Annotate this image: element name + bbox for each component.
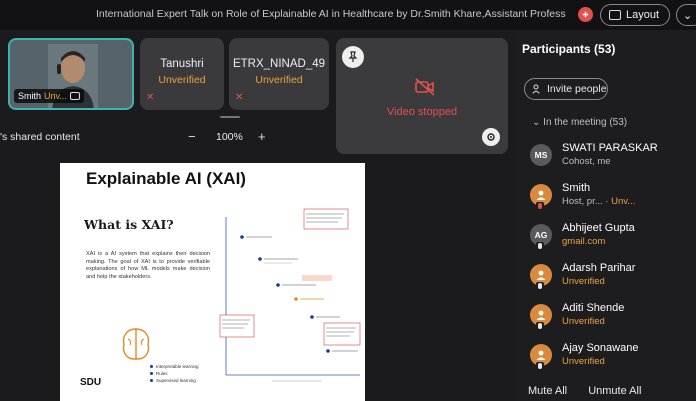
- avatar: [530, 304, 552, 330]
- mic-icon: [536, 322, 544, 330]
- participant-name: Smith: [562, 182, 591, 194]
- shared-content-bar: 's shared content − 100% +: [0, 128, 336, 146]
- avatar: [530, 344, 552, 370]
- self-name-tag: Smith Unv...: [14, 89, 84, 103]
- in-meeting-section[interactable]: ⌄ In the meeting (53): [532, 117, 627, 128]
- shared-slide: Explainable AI (XAI) What is XAI? XAI is…: [60, 163, 365, 401]
- legend-item: Interpretable learning: [150, 363, 199, 370]
- participant-row[interactable]: Ajay Sonawane Unverified: [528, 338, 696, 378]
- unmute-all-button[interactable]: Unmute All: [588, 385, 641, 397]
- participant-row[interactable]: AG Abhijeet Gupta gmail.com: [528, 218, 696, 258]
- participant-row[interactable]: MS SWATI PARASKAR Cohost, me: [528, 138, 696, 178]
- participant-name: Aditi Shende: [562, 302, 625, 314]
- video-tile-self[interactable]: Smith Unv...: [8, 38, 134, 110]
- participant-role: Cohost, me: [562, 156, 611, 167]
- video-tile-tanushri[interactable]: Tanushri Unverified ✕: [140, 38, 224, 110]
- self-name: Smith: [18, 91, 42, 101]
- shared-content-label: 's shared content: [0, 131, 80, 143]
- layout-icon: [609, 10, 621, 20]
- invite-people-button[interactable]: Invite people: [524, 78, 608, 100]
- slide-title: Explainable AI (XAI): [86, 169, 246, 188]
- more-button[interactable]: ⌄: [676, 4, 696, 26]
- camera-icon: [69, 92, 80, 100]
- participant-name: SWATI PARASKAR: [562, 142, 658, 154]
- mic-muted-icon: ✕: [146, 92, 155, 103]
- legend-item: Supervised learning: [150, 377, 199, 384]
- invite-label: Invite people: [547, 83, 607, 95]
- tile-status: Unverified: [158, 74, 206, 86]
- avatar: [530, 264, 552, 290]
- slide-subtitle: What is XAI?: [84, 217, 174, 232]
- mic-icon: [536, 362, 544, 370]
- participant-role: Host, pr... · Unv...: [562, 196, 636, 207]
- participants-title: Participants (53): [522, 42, 616, 56]
- record-icon[interactable]: [578, 7, 593, 22]
- xai-diagram: [219, 208, 361, 382]
- participant-status: Unverified: [562, 316, 605, 327]
- meeting-window: International Expert Talk on Role of Exp…: [0, 0, 696, 401]
- participants-panel: Participants (53) Invite people ⌄ In the…: [514, 30, 696, 401]
- user-icon: [536, 350, 546, 360]
- avatar: MS: [530, 144, 552, 166]
- legend-item: Rules: [150, 370, 199, 377]
- participant-name: Adarsh Parihar: [562, 262, 636, 274]
- slide-legend: Interpretable learning Rules Supervised …: [150, 363, 199, 384]
- tile-name: ETRX_NINAD_49: [232, 58, 326, 70]
- avatar: AG: [530, 224, 552, 250]
- video-tile-stopped[interactable]: Video stopped: [336, 38, 508, 154]
- mic-muted-icon: ✕: [235, 92, 244, 103]
- participant-name: Abhijeet Gupta: [562, 222, 635, 234]
- participant-name: Ajay Sonawane: [562, 342, 639, 354]
- person-add-icon: [532, 84, 540, 94]
- user-icon: [536, 270, 546, 280]
- zoom-level: 100%: [216, 131, 243, 143]
- self-status: Unv...: [44, 91, 67, 101]
- video-tile-etrx-ninad[interactable]: ETRX_NINAD_49 Unverified ✕: [229, 38, 329, 110]
- user-icon: [536, 310, 546, 320]
- participant-row[interactable]: Adarsh Parihar Unverified: [528, 258, 696, 298]
- participant-row[interactable]: Smith Host, pr... · Unv...: [528, 178, 696, 218]
- slide-logo: SDU: [80, 377, 102, 388]
- participant-email: gmail.com: [562, 236, 606, 247]
- pin-icon[interactable]: [342, 46, 364, 68]
- meeting-title: International Expert Talk on Role of Exp…: [96, 8, 566, 20]
- section-label: In the meeting (53): [543, 117, 628, 128]
- participant-row[interactable]: Aditi Shende Unverified: [528, 298, 696, 338]
- mic-icon: [536, 242, 544, 250]
- gear-icon[interactable]: [482, 128, 500, 146]
- brain-icon: [122, 328, 150, 360]
- layout-label: Layout: [626, 9, 660, 21]
- zoom-out-button[interactable]: −: [188, 129, 196, 144]
- participant-status: Unverified: [562, 276, 605, 287]
- mic-icon: [536, 282, 544, 290]
- user-icon: [536, 190, 546, 200]
- zoom-in-button[interactable]: +: [258, 129, 266, 144]
- chevron-down-icon: ⌄: [532, 117, 544, 128]
- avatar: [530, 184, 552, 210]
- mute-all-button[interactable]: Mute All: [528, 385, 567, 397]
- tile-name: Tanushri: [160, 58, 204, 70]
- participant-status: Unverified: [562, 356, 605, 367]
- tile-status: Unverified: [255, 74, 303, 86]
- video-off-icon: [415, 78, 435, 96]
- mute-controls: Mute All Unmute All: [528, 385, 696, 397]
- slide-body: XAI is a AI system that explains their d…: [86, 251, 210, 280]
- participant-list: MS SWATI PARASKAR Cohost, me Smith Host,…: [528, 138, 696, 378]
- video-stopped-label: Video stopped: [386, 106, 458, 118]
- title-bar: International Expert Talk on Role of Exp…: [0, 0, 696, 30]
- layout-button[interactable]: Layout: [600, 4, 670, 26]
- resize-handle[interactable]: [220, 116, 240, 118]
- mic-muted-icon: [536, 202, 544, 210]
